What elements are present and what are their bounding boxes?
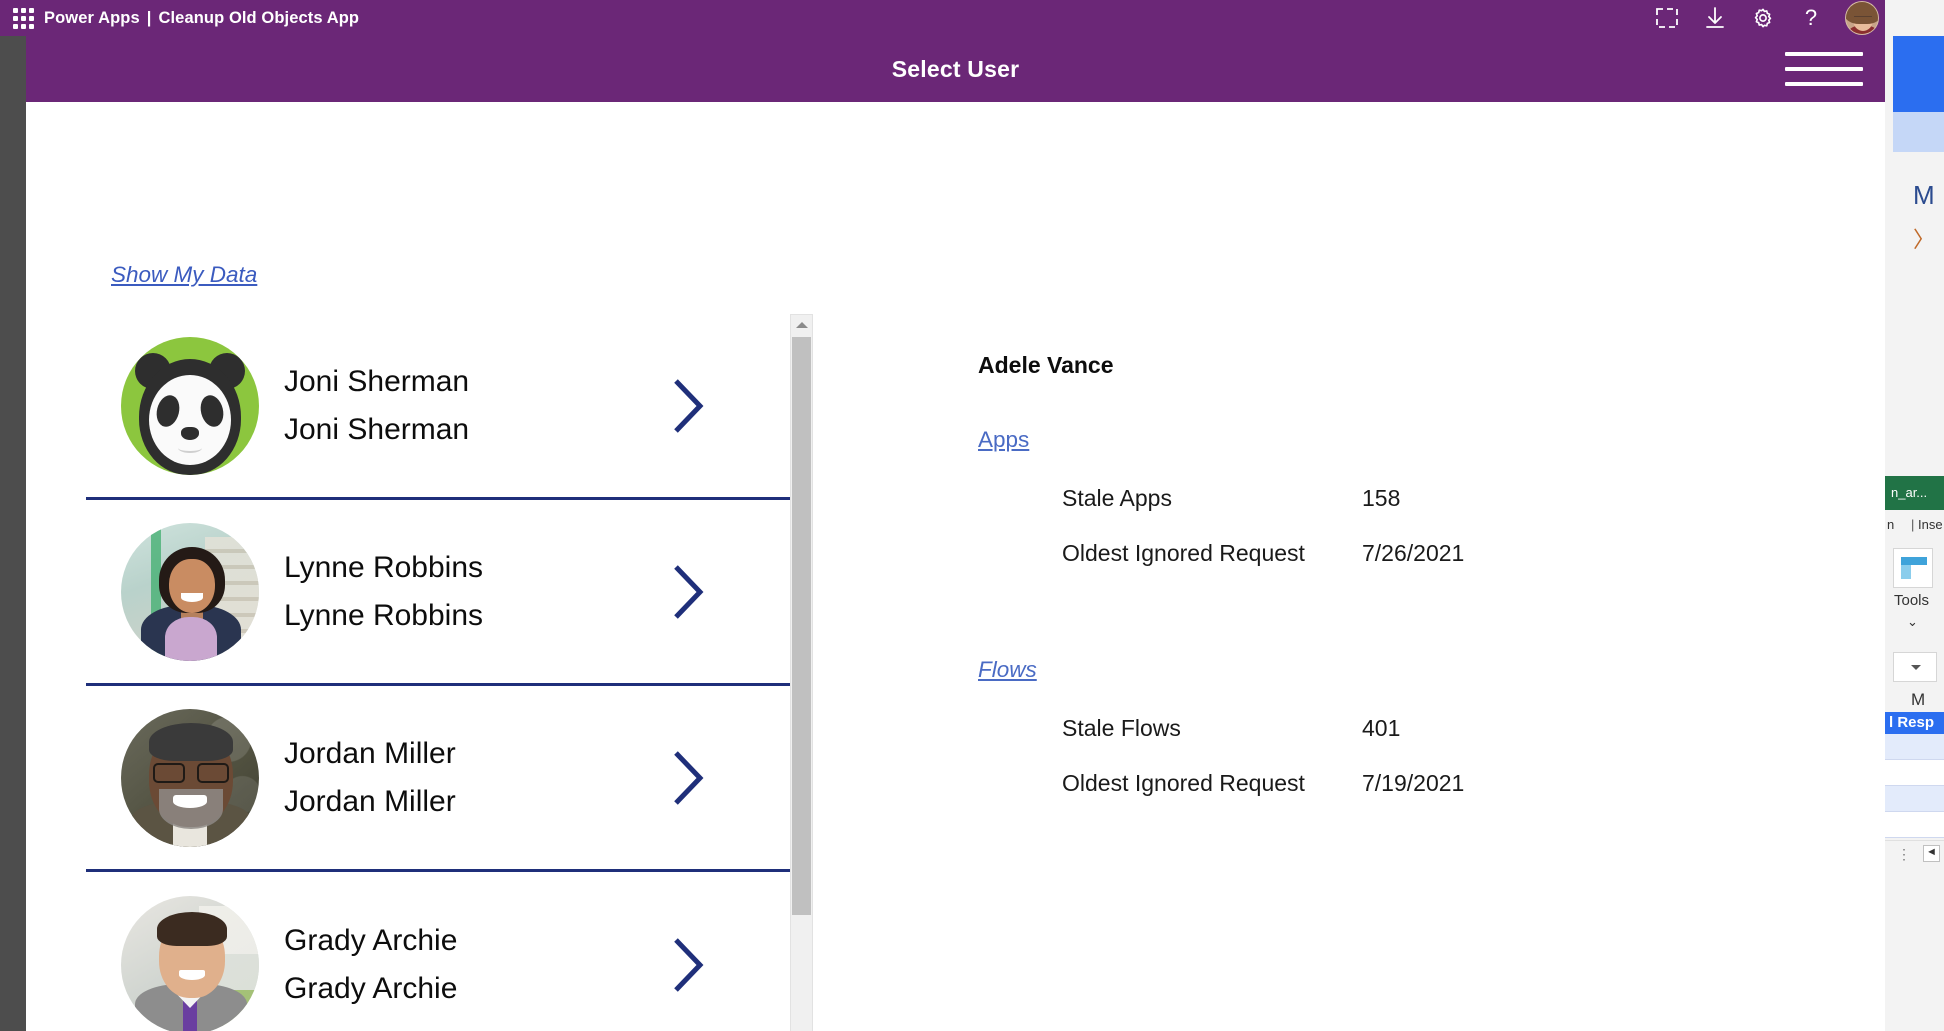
download-icon[interactable] [1691,0,1739,36]
user-secondary-name: Lynne Robbins [284,599,483,633]
details-group-apps: Apps Stale Apps 158 Oldest Ignored Reque… [978,379,1758,595]
power-apps-canvas: Select User Show My Data [26,36,1885,1031]
list-item-text: Lynne Robbins Lynne Robbins [284,551,483,633]
flows-link[interactable]: Flows [978,657,1037,683]
user-display-name: Lynne Robbins [284,551,483,585]
background-tab-partial[interactable]: n [1887,517,1894,532]
page-title: Select User [892,56,1020,83]
user-details-panel: Adele Vance Apps Stale Apps 158 Oldest I… [978,352,1758,825]
table-row: Oldest Ignored Request 7/26/2021 [1062,540,1758,595]
scroll-up-arrow-icon[interactable] [791,315,812,335]
details-group-flows: Flows Stale Flows 401 Oldest Ignored Req… [978,609,1758,825]
avatar [121,337,259,475]
user-secondary-name: Joni Sherman [284,413,469,447]
stat-label: Oldest Ignored Request [1062,770,1362,797]
stat-label: Oldest Ignored Request [1062,540,1362,567]
list-item[interactable]: Jordan Miller Jordan Miller [86,686,798,872]
table-row: Oldest Ignored Request 7/19/2021 [1062,770,1758,825]
table-row: Stale Apps 158 [1062,485,1758,540]
chevron-right-icon[interactable] [670,749,706,807]
user-avatar[interactable] [1845,1,1879,35]
app-screen-body: Show My Data Joni Sherman Joni Sherman [26,102,1885,1031]
background-excel-window[interactable]: M 〉 n_ar... n | Inse Tools ⌄ M l Resp ⋮ [1885,0,1944,1031]
avatar [121,896,259,1031]
selected-user-name: Adele Vance [978,352,1758,379]
power-apps-command-bar: Power Apps|Cleanup Old Objects App ? [0,0,1885,36]
background-titlebar: n_ar... [1885,476,1944,510]
apps-link[interactable]: Apps [978,427,1029,453]
list-item[interactable]: Joni Sherman Joni Sherman [86,314,798,500]
desktop-left-gutter [0,0,26,1031]
apps-stats-table: Stale Apps 158 Oldest Ignored Request 7/… [1062,485,1758,595]
background-grip-dots-icon[interactable]: ⋮ [1897,846,1913,863]
list-item[interactable]: Lynne Robbins Lynne Robbins [86,500,798,686]
list-item[interactable]: Grady Archie Grady Archie [86,872,798,1031]
user-secondary-name: Jordan Miller [284,785,456,819]
gear-icon[interactable] [1739,0,1787,36]
background-tab-divider: | [1911,517,1914,532]
list-item-text: Joni Sherman Joni Sherman [284,365,469,447]
brand-separator: | [140,9,159,27]
background-status-bar: ⋮ [1885,840,1944,866]
user-display-name: Grady Archie [284,924,457,958]
background-ribbon-button[interactable] [1893,548,1933,588]
stat-label: Stale Flows [1062,715,1362,742]
background-m-letter: M [1913,180,1935,211]
stat-label: Stale Apps [1062,485,1362,512]
fullscreen-icon[interactable] [1643,0,1691,36]
background-blue-panel-top [1893,36,1944,112]
avatar [121,709,259,847]
chevron-right-icon[interactable] [670,563,706,621]
gallery-scrollbar[interactable] [790,314,813,1031]
user-secondary-name: Grady Archie [284,972,457,1006]
background-ribbon-tabs[interactable]: n | Inse [1885,510,1944,540]
show-my-data-link[interactable]: Show My Data [111,262,257,288]
background-blue-panel-bottom [1893,112,1944,152]
background-tools-chevron-down-icon[interactable]: ⌄ [1907,614,1918,630]
background-scroll-left-icon[interactable] [1923,845,1940,862]
app-launcher-grid-icon[interactable] [6,8,40,29]
brand-app-name: Cleanup Old Objects App [158,9,359,27]
user-gallery: Joni Sherman Joni Sherman [86,314,798,1031]
background-column-letter: M [1911,690,1925,710]
user-display-name: Jordan Miller [284,737,456,771]
hamburger-menu-icon[interactable] [1785,47,1863,91]
table-row: Stale Flows 401 [1062,715,1758,770]
brand-text: Power Apps|Cleanup Old Objects App [44,9,359,28]
background-dropdown-button[interactable] [1893,652,1937,682]
background-chevron-icon: 〉 [1913,222,1935,254]
stat-value: 158 [1362,485,1400,512]
background-tab-insert[interactable]: Inse [1918,517,1943,532]
avatar [121,523,259,661]
background-header-cell-text: l Resp [1889,714,1934,731]
svg-text:?: ? [1805,6,1817,30]
background-tools-label: Tools [1894,592,1929,609]
user-display-name: Joni Sherman [284,365,469,399]
stat-value: 7/26/2021 [1362,540,1464,567]
chevron-right-icon[interactable] [670,377,706,435]
background-file-label: n_ar... [1891,485,1927,500]
stat-value: 401 [1362,715,1400,742]
list-item-text: Grady Archie Grady Archie [284,924,457,1006]
screen-root: Power Apps|Cleanup Old Objects App ? [0,0,1944,1031]
help-icon[interactable]: ? [1787,0,1835,36]
chevron-right-icon[interactable] [670,936,706,994]
stat-value: 7/19/2021 [1362,770,1464,797]
background-spreadsheet-grid[interactable] [1885,734,1944,834]
flows-stats-table: Stale Flows 401 Oldest Ignored Request 7… [1062,715,1758,825]
scrollbar-thumb[interactable] [792,337,811,915]
brand-product: Power Apps [44,9,140,27]
user-gallery-container: Joni Sherman Joni Sherman [86,314,813,1031]
background-header-cell: l Resp [1885,712,1944,734]
app-screen-header: Select User [26,36,1885,102]
list-item-text: Jordan Miller Jordan Miller [284,737,456,819]
